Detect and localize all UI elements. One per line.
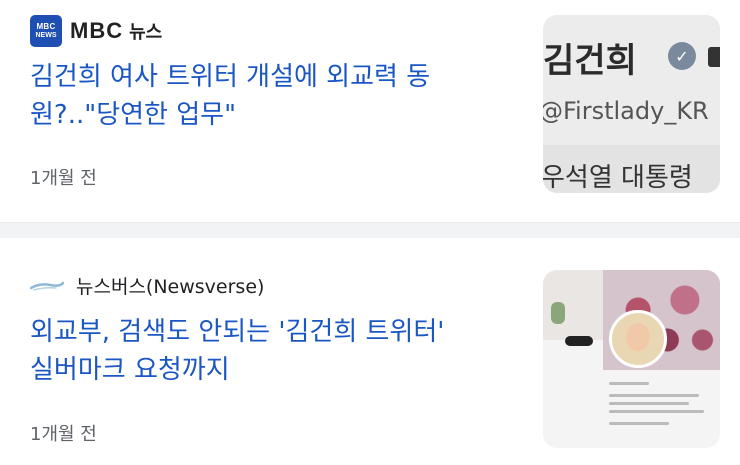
thumbnail-caption: 우석열 대통령 [543, 163, 693, 193]
article-thumbnail[interactable] [543, 270, 720, 448]
thumbnail-avatar [609, 310, 667, 368]
logo-text: NEWS [35, 32, 57, 39]
article-source: 뉴스버스(Newsverse) [30, 272, 264, 299]
article-title[interactable]: 외교부, 검색도 안되는 '김건희 트위터' 실버마크 요청까지 [30, 313, 520, 389]
card-divider [0, 222, 740, 238]
article-title[interactable]: 김건희 여사 트위터 개설에 외교력 동 원?.."당연한 업무" [30, 58, 520, 134]
thumbnail-plant-image [551, 302, 565, 324]
article-source: MBC NEWS MBC 뉴스 [30, 15, 162, 47]
news-card[interactable]: MBC NEWS MBC 뉴스 김건희 여사 트위터 개설에 외교력 동 원?.… [0, 0, 740, 222]
thumbnail-follow-button [565, 336, 593, 346]
thumbnail-text-line [609, 402, 689, 405]
article-title-line: 원?.."당연한 업무" [30, 100, 237, 130]
article-title-line: 외교부, 검색도 안되는 '김건희 트위터' [30, 317, 445, 347]
source-name: 뉴스버스(Newsverse) [76, 276, 265, 298]
article-time: 1개월 전 [30, 168, 97, 189]
article-title-line: 김건희 여사 트위터 개설에 외교력 동 [30, 62, 431, 92]
mbc-news-logo-icon: MBC NEWS [30, 15, 62, 47]
article-thumbnail[interactable]: 김건희 ✓ @Firstlady_KR 우석열 대통령 [543, 15, 720, 193]
source-wordmark: MBC [70, 18, 124, 43]
thumbnail-text-line [609, 422, 669, 425]
newsverse-logo-icon [30, 279, 64, 293]
thumbnail-text-line [609, 382, 649, 385]
thumbnail-handle: @Firstlady_KR [543, 97, 709, 125]
article-time: 1개월 전 [30, 424, 97, 445]
lock-icon [708, 47, 720, 67]
source-wordmark-suffix: 뉴스 [129, 22, 163, 43]
article-title-line: 실버마크 요청까지 [30, 355, 230, 385]
thumbnail-profile-name: 김건희 [543, 41, 637, 81]
logo-text: MBC [36, 22, 56, 31]
verified-badge-icon: ✓ [668, 42, 696, 70]
thumbnail-text-line [609, 394, 699, 397]
thumbnail-text-line [609, 410, 704, 413]
